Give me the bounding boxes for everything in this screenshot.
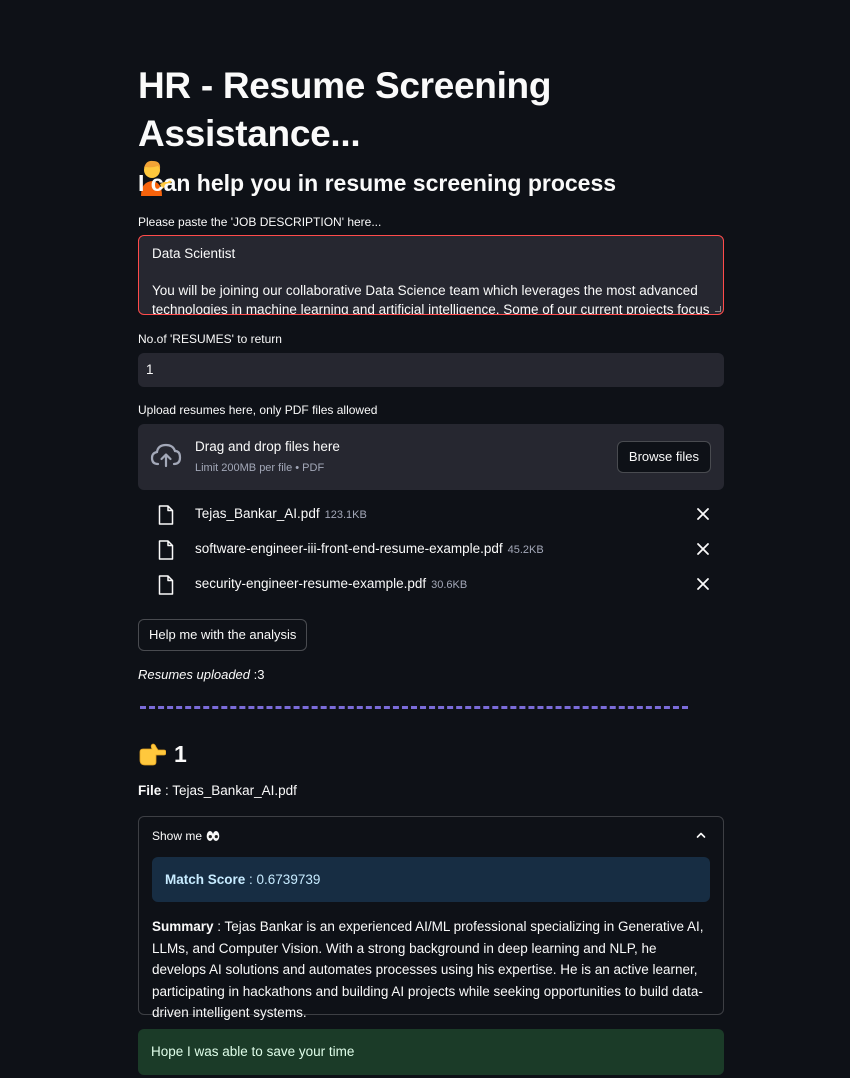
match-score-label: Match Score: [165, 872, 246, 887]
page-subtitle: I can help you in resume screening proce…: [138, 170, 617, 196]
file-size: 45.2KB: [507, 544, 544, 556]
pointing-right-icon: [139, 743, 166, 766]
close-icon[interactable]: [696, 577, 710, 591]
result-rank: 1: [138, 740, 187, 768]
match-score-box: Match Score : 0.6739739: [152, 857, 710, 902]
summary-label: Summary: [152, 919, 214, 934]
match-score-value: : 0.6739739: [245, 872, 321, 887]
summary-body: : Tejas Bankar is an experienced AI/ML p…: [152, 919, 704, 1020]
section-divider: [140, 706, 688, 709]
resumes-uploaded-count: :3: [250, 667, 265, 682]
file-name: Tejas_Bankar_AI.pdf 123.1KB: [195, 506, 367, 521]
num-resumes-label: No.of 'RESUMES' to return: [138, 332, 282, 346]
file-name: software-engineer-iii-front-end-resume-e…: [195, 541, 544, 556]
file-dropzone[interactable]: Drag and drop files here Limit 200MB per…: [138, 424, 724, 490]
page-title-text: HR - Resume Screening Assistance...: [138, 65, 552, 154]
upload-label: Upload resumes here, only PDF files allo…: [138, 403, 378, 417]
file-name-text: security-engineer-resume-example.pdf: [195, 576, 427, 591]
file-size: 30.6KB: [431, 579, 468, 591]
eyes-icon: [206, 831, 220, 841]
close-icon[interactable]: [696, 507, 710, 521]
cloud-upload-icon: [150, 443, 182, 468]
num-resumes-input[interactable]: 1: [138, 353, 724, 387]
result-file: File : Tejas_Bankar_AI.pdf: [138, 783, 297, 798]
summary-text: Summary : Tejas Bankar is an experienced…: [152, 916, 712, 1024]
resize-handle[interactable]: [715, 306, 721, 312]
uploaded-file-row: security-engineer-resume-example.pdf 30.6…: [138, 571, 724, 599]
job-description-line: [152, 264, 710, 283]
job-description-line: technologies in machine learning and art…: [152, 301, 710, 315]
resumes-uploaded-label: Resumes uploaded: [138, 667, 251, 682]
job-description-textarea[interactable]: Data Scientist You will be joining our c…: [138, 235, 724, 315]
file-name-text: Tejas_Bankar_AI.pdf: [195, 506, 320, 521]
dropzone-limit: Limit 200MB per file • PDF: [195, 462, 325, 474]
rank-number: 1: [174, 740, 187, 767]
show-me-expander: Show me Match Score : 0.6739739 Summary …: [138, 816, 724, 1020]
result-file-value: : Tejas_Bankar_AI.pdf: [161, 783, 297, 798]
file-size: 123.1KB: [324, 509, 367, 521]
success-message: Hope I was able to save your time: [138, 1029, 724, 1075]
analyze-button[interactable]: Help me with the analysis: [138, 619, 308, 651]
resumes-uploaded-status: Resumes uploaded :3: [138, 667, 265, 682]
file-icon: [158, 575, 174, 595]
browse-files-button[interactable]: Browse files: [616, 441, 711, 473]
file-name: security-engineer-resume-example.pdf 30.6…: [195, 576, 467, 591]
dropzone-text: Drag and drop files here: [195, 439, 340, 454]
expander-header[interactable]: Show me: [152, 829, 220, 843]
expander-label: Show me: [152, 829, 203, 843]
job-description-label: Please paste the 'JOB DESCRIPTION' here.…: [138, 215, 382, 229]
file-name-text: software-engineer-iii-front-end-resume-e…: [195, 541, 503, 556]
result-file-label: File: [138, 783, 162, 798]
uploaded-file-row: software-engineer-iii-front-end-resume-e…: [138, 536, 724, 564]
close-icon[interactable]: [696, 542, 710, 556]
file-icon: [158, 505, 174, 525]
job-description-line: Data Scientist: [152, 246, 236, 261]
uploaded-file-row: Tejas_Bankar_AI.pdf 123.1KB: [138, 501, 724, 529]
job-description-line: You will be joining our collaborative Da…: [152, 283, 698, 298]
file-icon: [158, 540, 174, 560]
chevron-up-icon[interactable]: [695, 829, 707, 841]
